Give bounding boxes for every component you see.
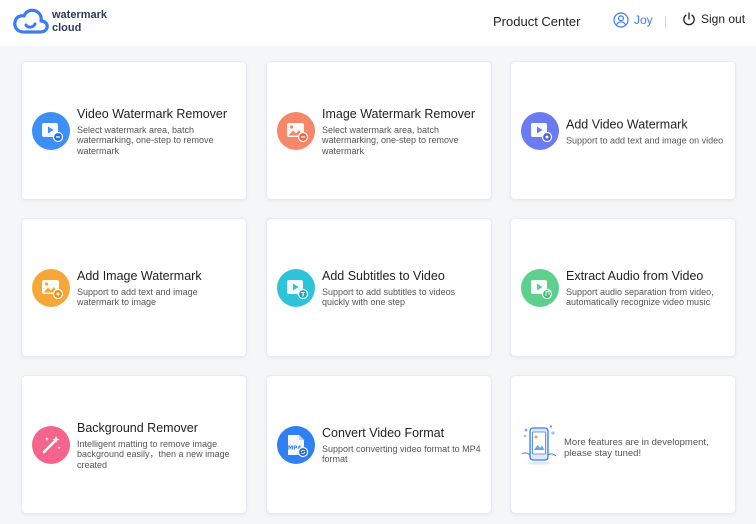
video-add-icon xyxy=(521,111,559,150)
power-icon xyxy=(683,12,695,26)
card-extract-audio-from-video[interactable]: Extract Audio from Video Support audio s… xyxy=(511,219,735,356)
image-icon xyxy=(277,111,315,150)
card-image-watermark-remover[interactable]: Image Watermark Remover Select watermark… xyxy=(267,62,491,199)
sign-out-button[interactable]: Sign out xyxy=(682,12,745,26)
card-description: Select watermark area, batch watermarkin… xyxy=(322,124,459,156)
subtitles-icon: T xyxy=(277,268,315,307)
card-description: Support to add text and image on video xyxy=(566,134,724,145)
card-video-watermark-remover[interactable]: Video Watermark Remover Select watermark… xyxy=(22,62,246,199)
card-description: Select watermark area, batch watermarkin… xyxy=(77,124,214,156)
logo-line-1: watermark xyxy=(52,9,108,21)
sign-out-label: Sign out xyxy=(701,12,746,26)
card-add-subtitles-to-video[interactable]: T Add Subtitles to Video Support to add … xyxy=(267,219,491,356)
card-description: Intelligent matting to remove image back… xyxy=(77,438,230,470)
card-background-remover[interactable]: Background Remover Intelligent matting t… xyxy=(22,376,246,513)
card-description: Support to add subtitles to videos quick… xyxy=(322,286,456,308)
video-icon xyxy=(32,111,70,150)
magic-wand-icon xyxy=(32,425,70,464)
mp4-file-icon: MP4 xyxy=(277,425,315,464)
audio-icon xyxy=(521,268,559,307)
card-title: Extract Audio from Video xyxy=(566,268,704,283)
user-name: Joy xyxy=(634,13,653,27)
coming-soon-text: More features are in development, please… xyxy=(564,437,709,459)
card-coming-soon: More features are in development, please… xyxy=(511,376,735,513)
card-description: Support to add text and image watermark … xyxy=(77,286,198,308)
card-convert-video-format[interactable]: MP4 Convert Video Format Support convert… xyxy=(267,376,491,513)
card-description: Support converting video format to MP4 f… xyxy=(322,443,481,465)
logo-wordmark[interactable]: watermark cloud xyxy=(52,9,107,35)
card-title: Video Watermark Remover xyxy=(77,106,228,121)
card-title: Add Image Watermark xyxy=(77,268,202,283)
card-title: Add Video Watermark xyxy=(566,116,688,131)
card-add-image-watermark[interactable]: Add Image Watermark Support to add text … xyxy=(22,219,246,356)
card-add-video-watermark[interactable]: Add Video Watermark Support to add text … xyxy=(511,62,735,199)
logo-cloud-icon[interactable] xyxy=(12,8,52,36)
product-center-link[interactable]: Product Center xyxy=(493,14,580,29)
card-description: Support audio separation from video, aut… xyxy=(566,286,714,308)
card-title: Image Watermark Remover xyxy=(322,106,476,121)
card-title: Background Remover xyxy=(77,420,198,435)
development-illustration-icon xyxy=(520,424,558,471)
image-add-icon xyxy=(32,268,70,307)
card-title: Convert Video Format xyxy=(322,425,445,440)
logo-line-2: cloud xyxy=(52,22,82,34)
user-menu[interactable]: Joy xyxy=(613,12,653,28)
user-avatar-icon xyxy=(613,12,629,28)
top-bar: watermark cloud Product Center Joy Sign … xyxy=(0,0,756,46)
card-title: Add Subtitles to Video xyxy=(322,268,445,283)
nav-divider xyxy=(665,16,666,28)
